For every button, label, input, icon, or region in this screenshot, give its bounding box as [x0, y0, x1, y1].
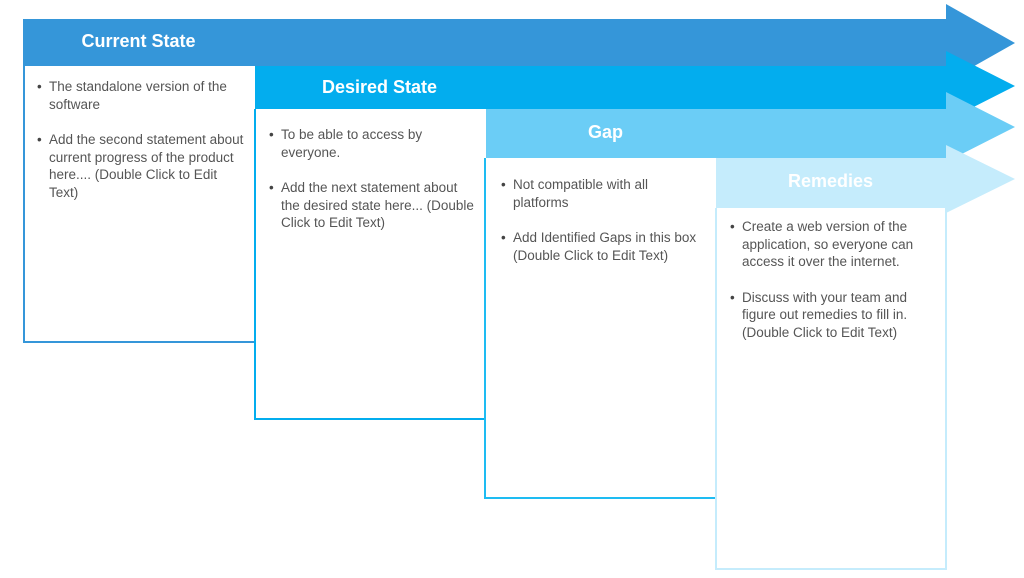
- remedies-item: Create a web version of the application,…: [730, 218, 935, 271]
- gap-box[interactable]: Not compatible with all platforms Add Id…: [484, 158, 716, 499]
- current-state-item: Add the second statement about current p…: [37, 131, 245, 201]
- remedies-item: Discuss with your team and figure out re…: [730, 289, 935, 342]
- current-state-item: The standalone version of the software: [37, 78, 245, 113]
- gap-item: Not compatible with all platforms: [501, 176, 706, 211]
- desired-state-item: Add the next statement about the desired…: [269, 179, 476, 232]
- desired-state-item: To be able to access by everyone.: [269, 126, 476, 161]
- gap-title: Gap: [587, 122, 623, 142]
- current-state-box[interactable]: The standalone version of the software A…: [23, 66, 255, 343]
- remedies-title: Remedies: [787, 171, 874, 191]
- gap-item: Add Identified Gaps in this box (Double …: [501, 229, 706, 264]
- desired-state-title: Desired State: [321, 77, 438, 97]
- remedies-box[interactable]: Create a web version of the application,…: [715, 208, 947, 570]
- current-state-title: Current State: [81, 31, 196, 51]
- desired-state-box[interactable]: To be able to access by everyone. Add th…: [254, 109, 486, 420]
